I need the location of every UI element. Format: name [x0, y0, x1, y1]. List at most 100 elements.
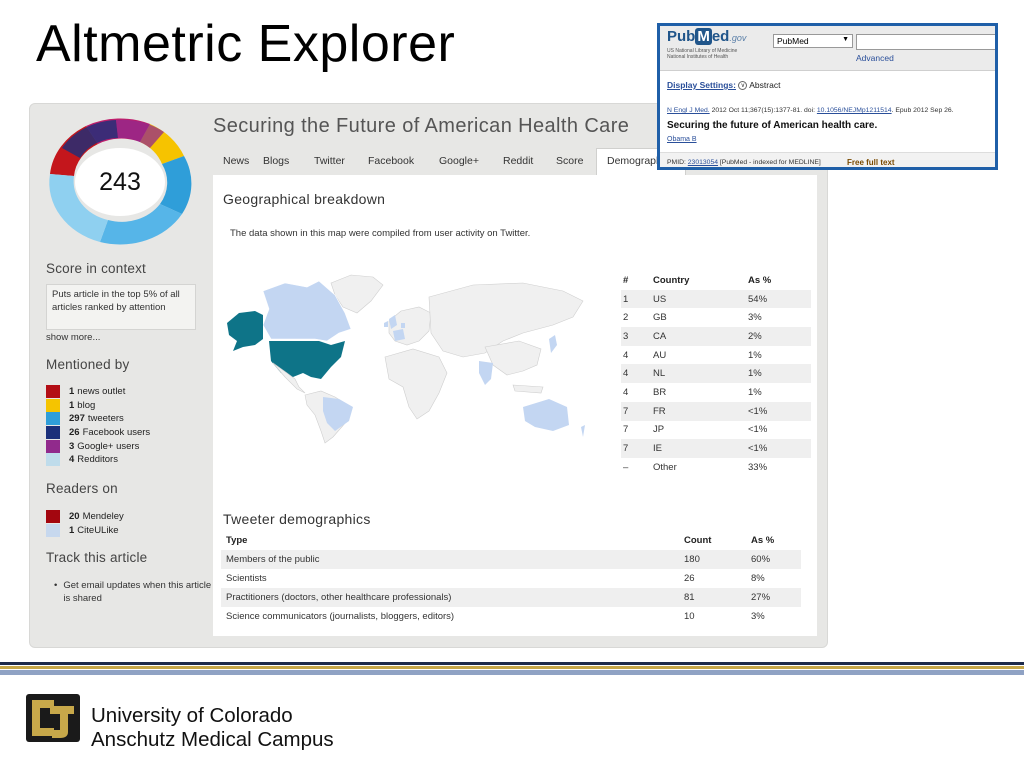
pubmed-article-title: Securing the future of American health c…: [667, 120, 878, 131]
percent-cell: 8%: [751, 573, 765, 584]
rank-cell: 4: [623, 368, 629, 380]
count-cell: 81: [684, 592, 695, 603]
email-updates-item[interactable]: • Get email updates when this article is…: [54, 579, 214, 605]
score-context-box: Puts article in the top 5% of all articl…: [46, 284, 196, 330]
world-map: [227, 274, 585, 444]
tab-reddit[interactable]: Reddit: [503, 148, 556, 175]
mentioned-by-item: 1 blog: [46, 398, 212, 413]
tab-news[interactable]: News: [213, 148, 263, 175]
country-row: 4 AU 1%: [621, 346, 811, 365]
column-header: Count: [684, 535, 712, 546]
country-row: 7 FR <1%: [621, 401, 811, 421]
count-cell: 10: [684, 611, 695, 622]
pmid-line: PMID: 23013054 [PubMed - indexed for MED…: [667, 159, 821, 166]
country-cell: IE: [653, 443, 662, 455]
tab-bar: News Blogs Twitter Facebook Google+ Redd…: [213, 148, 686, 175]
article-title: Securing the Future of American Health C…: [213, 115, 630, 137]
country-row: 2 GB 3%: [621, 308, 811, 327]
free-full-text-link[interactable]: Free full text: [847, 158, 895, 167]
count-cell: 26: [684, 573, 695, 584]
legend-label: Google+ users: [77, 440, 140, 452]
legend-count: 3: [69, 440, 75, 452]
legend-label: news outlet: [77, 386, 126, 398]
legend-label: CiteULike: [77, 524, 119, 536]
legend-count: 26: [69, 427, 80, 439]
journal-link[interactable]: N Engl J Med.: [667, 107, 710, 114]
count-cell: 180: [684, 554, 700, 565]
tab-blogs[interactable]: Blogs: [263, 148, 314, 175]
country-row: – Other 33%: [621, 458, 811, 477]
percent-cell: 54%: [748, 293, 768, 305]
citation-line: N Engl J Med. 2012 Oct 11;367(15):1377-8…: [667, 107, 954, 114]
percent-cell: 1%: [748, 386, 762, 398]
readers-on-item: 20 Mendeley: [46, 510, 212, 524]
legend-label: Redditors: [77, 454, 118, 466]
tab-score[interactable]: Score: [556, 148, 596, 175]
tweeter-row: Members of the public 180 60%: [221, 550, 801, 569]
demographics-panel: Geographical breakdown The data shown in…: [213, 175, 817, 636]
mentioned-by-item: 297 tweeters: [46, 412, 212, 426]
dropdown-arrow-icon: ▼: [842, 36, 849, 43]
tab-twitter[interactable]: Twitter: [314, 148, 368, 175]
country-row: 7 IE <1%: [621, 439, 811, 458]
email-updates-text[interactable]: Get email updates when this article is s…: [63, 579, 214, 605]
pubmed-logo[interactable]: Pub Med.gov: [667, 28, 746, 45]
mentioned-by-item: 1 news outlet: [46, 385, 212, 399]
altmetric-donut-icon: 243: [49, 118, 192, 245]
percent-cell: <1%: [748, 405, 768, 417]
display-settings[interactable]: Display Settings: v Abstract: [667, 80, 780, 91]
percent-cell: 3%: [751, 611, 765, 622]
country-cell: JP: [653, 424, 665, 436]
tweeter-table: Type Count As % Members of the public 180 60%…: [221, 531, 801, 626]
author-link[interactable]: Obama B: [667, 136, 697, 143]
country-table: # Country As % 1 US 54% 2 GB 3% 3 CA 2% 4 AU 1% 4 NL 1% 4 B…: [621, 271, 811, 477]
score-context-heading: Score in context: [46, 261, 147, 276]
rank-cell: 4: [623, 349, 629, 361]
country-cell: AU: [653, 349, 667, 361]
pubmed-search-input[interactable]: [856, 34, 995, 50]
slide: Altmetric Explorer 243 Score in context …: [0, 0, 1024, 768]
tweeter-table-header: Type Count As %: [221, 531, 801, 550]
country-cell: BR: [653, 386, 667, 398]
legend-count: 4: [69, 454, 75, 466]
readers-on-heading: Readers on: [46, 481, 118, 496]
percent-cell: <1%: [748, 443, 768, 455]
country-cell: NL: [653, 368, 666, 380]
percent-cell: 3%: [748, 312, 762, 324]
doi-link[interactable]: 10.1056/NEJMp1211514: [817, 107, 892, 114]
legend-label: Facebook users: [82, 427, 151, 439]
legend-swatch: [46, 426, 60, 440]
legend-swatch: [46, 412, 60, 426]
show-more-link[interactable]: show more...: [46, 332, 212, 343]
tweeter-row: Practitioners (doctors, other healthcare…: [221, 588, 801, 607]
database-select[interactable]: PubMed ▼: [773, 34, 853, 48]
country-row: 4 BR 1%: [621, 383, 811, 402]
footer-stripe-navy: [0, 662, 1024, 665]
pmid-link[interactable]: 23013054: [688, 159, 718, 166]
country-cell: CA: [653, 330, 667, 342]
tab-facebook[interactable]: Facebook: [368, 148, 439, 175]
percent-cell: 2%: [748, 330, 762, 342]
pubmed-screenshot: Pub Med.gov US National Library of Medici…: [657, 23, 998, 170]
rank-cell: 1: [623, 293, 629, 305]
rank-cell: –: [623, 461, 629, 473]
legend-count: 297: [69, 413, 85, 425]
legend-count: 1: [69, 524, 75, 536]
tab-google-plus[interactable]: Google+: [439, 148, 503, 175]
bullet-icon: •: [54, 580, 58, 591]
tweeter-row: Scientists 26 8%: [221, 569, 801, 588]
percent-cell: 1%: [748, 349, 762, 361]
readers-on-item: 1 CiteULike: [46, 523, 212, 538]
percent-cell: 60%: [751, 554, 771, 565]
type-cell: Scientists: [226, 573, 267, 584]
country-cell: GB: [653, 312, 667, 324]
column-header: #: [623, 274, 629, 286]
mentioned-by-item: 3 Google+ users: [46, 439, 212, 453]
footer-stripe-gold: [0, 666, 1024, 669]
altmetric-score: 243: [99, 168, 141, 196]
legend-swatch: [46, 453, 60, 467]
percent-cell: 27%: [751, 592, 771, 603]
advanced-search-link[interactable]: Advanced: [856, 53, 894, 63]
mentioned-by-list: 1 news outlet 1 blog 297 tweeters 26 Facebook u…: [46, 385, 212, 467]
mentioned-by-item: 4 Redditors: [46, 453, 212, 467]
